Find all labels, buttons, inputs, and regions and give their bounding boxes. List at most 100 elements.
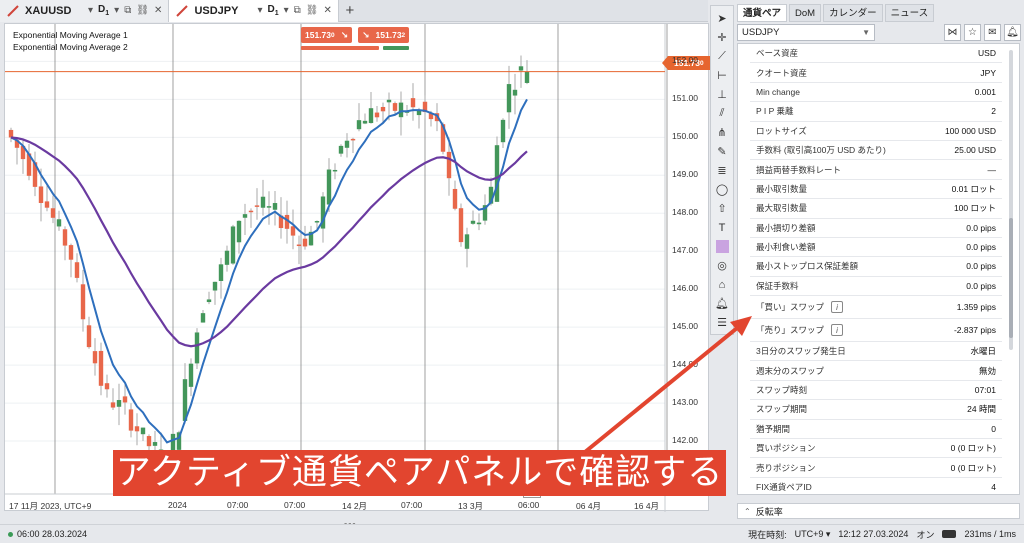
pair-info-value: USD	[978, 48, 996, 59]
close-icon[interactable]: ✕	[323, 5, 331, 16]
arrow-up-icon[interactable]: ⇧	[712, 199, 732, 218]
pair-info-value: 25.00 USD	[954, 145, 996, 156]
pair-info-key: 最小ストップロス保証差額	[756, 260, 858, 272]
sell-order-button[interactable]: 151.73 0 ↘	[301, 27, 353, 43]
bell-icon[interactable]: 🔔︎	[1004, 23, 1021, 41]
pair-info-key: 3日分のスワップ発生日	[756, 345, 846, 357]
vertical-line-icon[interactable]: ⊥	[712, 85, 732, 104]
candle-body	[62, 229, 68, 246]
magnet-icon[interactable]: ⌂	[712, 275, 732, 294]
candle-body	[230, 226, 236, 264]
candle-body	[74, 262, 80, 278]
add-tab-button[interactable]: +	[339, 2, 361, 19]
pair-info-key-text: 最小利食い差額	[756, 242, 816, 253]
buy-volume-bar	[383, 46, 409, 50]
info-icon[interactable]: i	[831, 324, 844, 337]
mail-icon[interactable]: ✉	[984, 23, 1001, 41]
current-time: 12:12 27.03.2024	[838, 529, 909, 539]
pair-info-key-text: 保証手数料	[756, 280, 799, 291]
tab-currency-pair[interactable]: 通貨ペア	[737, 4, 788, 22]
pair-info-value: 1.359 pips	[956, 302, 996, 313]
candle-body	[194, 332, 200, 364]
legend-ema-2[interactable]: Exponential Moving Average 2	[13, 41, 128, 53]
pair-info-key: Min change	[756, 87, 800, 97]
pair-info-panel[interactable]: ベース資産 USD クオート資産 JPY Min change 0.001 P I P 乗離…	[737, 43, 1020, 498]
y-axis-tick-label: 151.00	[672, 93, 698, 104]
chart-tab-xauusd[interactable]: XAUUSD ▾ D1 ▾ ⧉ ⛓ ✕	[0, 0, 170, 22]
pitchfork-icon[interactable]: ⋔	[712, 123, 732, 142]
crosshair-icon[interactable]: ✛	[712, 28, 732, 47]
price-chart[interactable]: Exponential Moving Average 1 Exponential…	[4, 23, 710, 512]
chevron-down-icon: ▾	[283, 5, 289, 16]
pair-info-key: ベース資産	[756, 47, 798, 59]
legend-ema-1[interactable]: Exponential Moving Average 1	[13, 29, 128, 41]
fibonacci-icon[interactable]: ≣	[712, 161, 732, 180]
popout-icon[interactable]: ⧉	[124, 5, 131, 16]
target-icon[interactable]: ◎	[712, 256, 732, 275]
color-swatch[interactable]	[712, 237, 732, 256]
scrollbar-thumb[interactable]	[1009, 218, 1013, 338]
timezone-select[interactable]: UTC+9 ▾	[795, 529, 831, 540]
pair-info-key-text: 最小取引数量	[756, 183, 808, 194]
y-axis-tick-label: 147.00	[672, 245, 698, 256]
candle-body	[236, 220, 242, 243]
toggle-switch[interactable]	[942, 530, 957, 538]
alert-bell-icon[interactable]: 🔔︎	[712, 294, 732, 313]
trading-app: XAUUSD ▾ D1 ▾ ⧉ ⛓ ✕ USDJPY ▾ D1 ▾ ⧉ ⛓ ✕ …	[0, 0, 1024, 543]
tab-calendar[interactable]: カレンダー	[823, 4, 883, 22]
channel-icon[interactable]: ⫽	[712, 104, 732, 123]
tab-timeframe[interactable]: D1	[267, 4, 278, 17]
pair-info-key-text: 最大取引数量	[756, 203, 808, 214]
candle-body	[374, 112, 380, 118]
candle-body	[146, 436, 152, 447]
candle-body	[110, 402, 116, 408]
candle-body	[392, 103, 398, 111]
chevron-down-icon: ▼	[862, 27, 870, 37]
info-icon[interactable]: i	[831, 301, 844, 314]
arrow-up-right-icon: ↘	[362, 29, 370, 40]
horizontal-line-icon[interactable]: ⊢	[712, 66, 732, 85]
text-icon[interactable]: T	[712, 218, 732, 237]
candle-body	[458, 208, 464, 243]
trendline-icon[interactable]: ⟋	[712, 47, 732, 66]
tab-timeframe[interactable]: D1	[98, 4, 109, 17]
buy-order-button[interactable]: ↘ 151.73 2	[358, 27, 410, 43]
rollover-section-header[interactable]: ⌃ 反転率	[737, 503, 1020, 519]
chevron-down-icon: ▾	[257, 5, 263, 16]
cursor-icon[interactable]: ➤	[712, 9, 732, 28]
link-icon[interactable]: ⛓	[306, 5, 319, 16]
pair-info-key: 猶予期間	[756, 423, 790, 435]
pair-info-row: ベース資産 USD	[750, 44, 1002, 64]
candle-body	[476, 222, 482, 225]
star-icon[interactable]: ☆	[964, 23, 981, 41]
pair-info-key: 「買い」スワップ i	[756, 301, 844, 314]
settings-list-icon[interactable]: ☰	[712, 313, 732, 332]
candle-body	[44, 201, 50, 208]
chevron-down-icon: ▾	[88, 5, 94, 16]
link-icon[interactable]: ⛓	[136, 5, 149, 16]
candle-body	[86, 325, 92, 348]
y-axis-tick-label: 152.00	[672, 55, 698, 66]
pair-info-row: スワップ時刻 07:01	[750, 381, 1002, 401]
candle-body	[92, 351, 98, 364]
share-icon[interactable]: ⋈	[944, 23, 961, 41]
on-label: オン	[916, 529, 935, 540]
candle-body	[452, 188, 458, 209]
candle-body	[386, 99, 392, 103]
candle-body	[68, 245, 74, 260]
popout-icon[interactable]: ⧉	[294, 5, 301, 16]
pair-select[interactable]: USDJPY ▼	[737, 23, 875, 41]
close-icon[interactable]: ✕	[154, 5, 162, 16]
brush-icon[interactable]: ✎	[712, 142, 732, 161]
pair-info-key-text: スワップ期間	[756, 404, 808, 415]
candle-body	[128, 409, 134, 431]
tab-dom[interactable]: DoM	[789, 4, 822, 22]
chart-tab-usdjpy[interactable]: USDJPY ▾ D1 ▾ ⧉ ⛓ ✕	[169, 0, 339, 22]
scrollbar[interactable]	[1009, 50, 1013, 350]
ellipse-icon[interactable]: ◯	[712, 180, 732, 199]
ema-1-line	[10, 98, 528, 444]
y-axis-tick-label: 144.00	[672, 359, 698, 370]
y-axis-tick-label: 149.00	[672, 169, 698, 180]
tab-news[interactable]: ニュース	[884, 4, 935, 22]
candlestick-chart[interactable]	[5, 24, 710, 512]
